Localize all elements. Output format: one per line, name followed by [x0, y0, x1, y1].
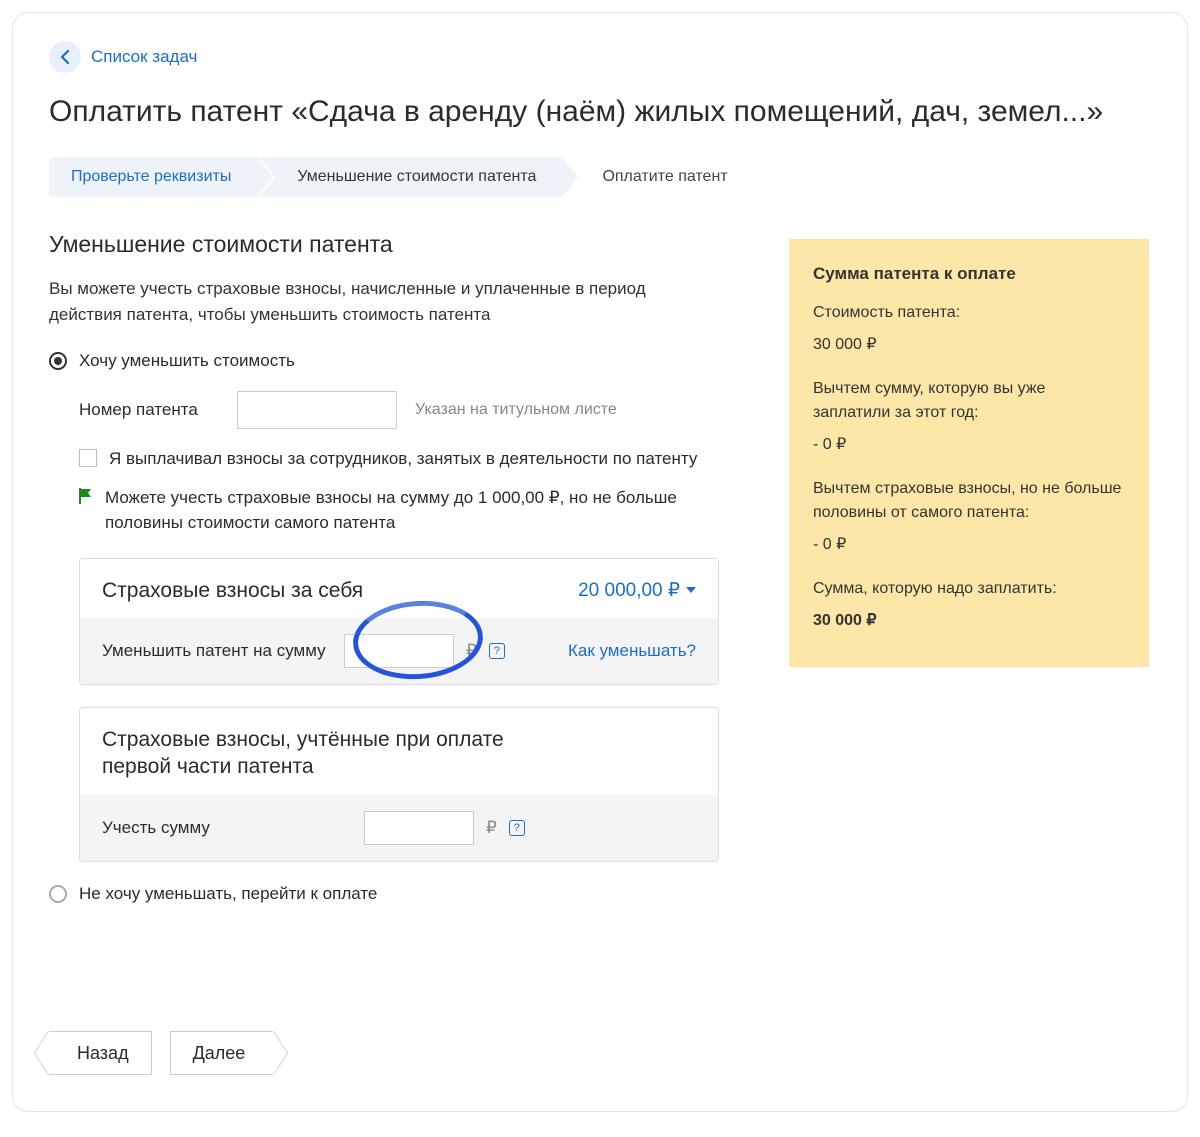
- insurance-self-amount-value: 20 000,00 ₽: [578, 579, 680, 602]
- flag-icon: [79, 488, 93, 504]
- ruble-sign: ₽: [466, 641, 477, 661]
- chevron-down-icon: [686, 587, 696, 593]
- insurance-first-part-card: Страховые взносы, учтённые при оплате пе…: [79, 707, 719, 862]
- apply-amount-label: Учесть сумму: [102, 818, 222, 838]
- reduce-amount-input[interactable]: [344, 634, 454, 668]
- patent-number-hint: Указан на титульном листе: [415, 401, 617, 419]
- page-title: Оплатить патент «Сдача в аренду (наём) ж…: [49, 95, 1151, 129]
- radio-skip-label: Не хочу уменьшать, перейти к оплате: [79, 884, 377, 904]
- radio-skip[interactable]: [49, 885, 67, 903]
- next-button[interactable]: Далее: [170, 1031, 274, 1075]
- section-desc: Вы можете учесть страховые взносы, начис…: [49, 276, 699, 327]
- summary-paid-label: Вычтем сумму, которую вы уже заплатили з…: [813, 377, 1125, 425]
- summary-total-value: 30 000 ₽: [813, 609, 1125, 633]
- help-icon[interactable]: ?: [489, 643, 505, 659]
- how-reduce-link[interactable]: Как уменьшать?: [568, 641, 696, 661]
- summary-paid-value: - 0 ₽: [813, 433, 1125, 457]
- employee-checkbox-label: Я выплачивал взносы за сотрудников, заня…: [109, 447, 697, 471]
- patent-number-label: Номер патента: [79, 400, 219, 420]
- ruble-sign-2: ₽: [486, 818, 497, 838]
- summary-total-label: Сумма, которую надо заплатить:: [813, 577, 1125, 601]
- summary-cost-value: 30 000 ₽: [813, 333, 1125, 357]
- reduce-amount-label: Уменьшить патент на сумму: [102, 641, 332, 661]
- summary-box: Сумма патента к оплате Стоимость патента…: [789, 239, 1149, 667]
- summary-ins-value: - 0 ₽: [813, 533, 1125, 557]
- insurance-self-amount[interactable]: 20 000,00 ₽: [578, 579, 696, 602]
- prev-button[interactable]: Назад: [49, 1031, 152, 1075]
- insurance-first-part-title: Страховые взносы, учтённые при оплате пе…: [102, 726, 562, 781]
- radio-reduce[interactable]: [49, 352, 67, 370]
- insurance-self-card: Страховые взносы за себя 20 000,00 ₽ Уме…: [79, 558, 719, 685]
- radio-reduce-label: Хочу уменьшить стоимость: [79, 351, 295, 371]
- breadcrumb: Проверьте реквизиты Уменьшение стоимости…: [49, 157, 1151, 197]
- flag-text: Можете учесть страховые взносы на сумму …: [105, 485, 685, 536]
- step-check-details[interactable]: Проверьте реквизиты: [49, 157, 257, 197]
- help-icon-2[interactable]: ?: [509, 820, 525, 836]
- insurance-self-title: Страховые взносы за себя: [102, 577, 363, 604]
- summary-title: Сумма патента к оплате: [813, 261, 1125, 287]
- section-heading: Уменьшение стоимости патента: [49, 231, 749, 258]
- summary-cost-label: Стоимость патента:: [813, 301, 1125, 325]
- patent-number-input[interactable]: [237, 391, 397, 429]
- chevron-left-icon: [60, 50, 70, 64]
- back-button[interactable]: [49, 41, 81, 73]
- step-reduce-cost[interactable]: Уменьшение стоимости патента: [257, 157, 562, 197]
- employee-checkbox[interactable]: [79, 449, 97, 467]
- summary-ins-label: Вычтем страховые взносы, но не больше по…: [813, 477, 1125, 525]
- back-link[interactable]: Список задач: [91, 47, 197, 67]
- step-pay[interactable]: Оплатите патент: [562, 157, 753, 197]
- apply-amount-input[interactable]: [364, 811, 474, 845]
